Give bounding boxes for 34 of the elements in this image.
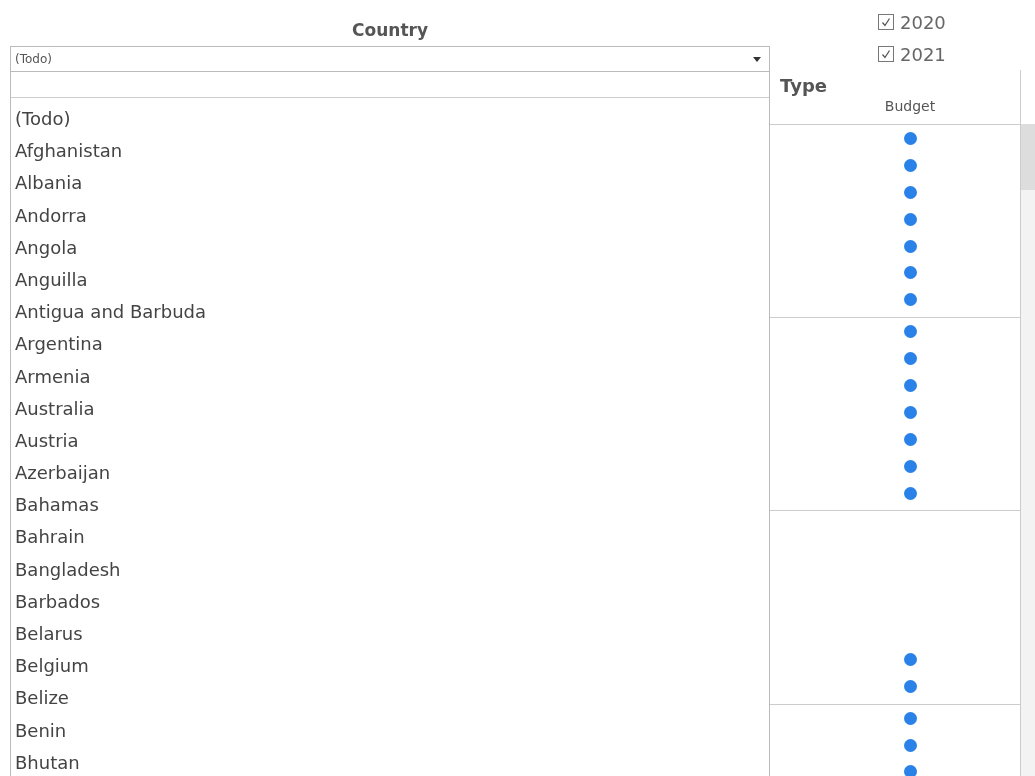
country-option[interactable]: Albania — [11, 167, 769, 200]
country-option[interactable]: Bahamas — [11, 489, 769, 522]
year-label: 2020 — [900, 11, 946, 33]
checkbox[interactable] — [878, 14, 894, 30]
country-option[interactable]: Belize — [11, 682, 769, 715]
country-option[interactable]: Azerbaijan — [11, 457, 769, 490]
country-option[interactable]: Bhutan — [11, 746, 769, 776]
checkbox[interactable] — [878, 46, 894, 62]
country-option[interactable]: Bahrain — [11, 521, 769, 554]
country-option[interactable]: Barbados — [11, 585, 769, 618]
country-option[interactable]: Belgium — [11, 650, 769, 683]
country-option[interactable]: (Todo) — [11, 103, 769, 136]
country-option[interactable]: Australia — [11, 392, 769, 425]
scrollbar[interactable] — [1021, 124, 1035, 776]
country-option[interactable]: Argentina — [11, 328, 769, 361]
country-option[interactable]: Armenia — [11, 360, 769, 393]
country-option[interactable]: Andorra — [11, 199, 769, 232]
column-label: Budget — [884, 97, 936, 114]
country-option[interactable]: Benin — [11, 714, 769, 747]
country-option[interactable]: Austria — [11, 424, 769, 458]
caret-icon — [753, 56, 761, 62]
country-dropdown[interactable]: (Todo) — [10, 46, 770, 72]
country-option[interactable]: Belarus — [11, 618, 769, 651]
scrollbar-thumb[interactable] — [1021, 124, 1035, 190]
country-option[interactable]: Afghanistan — [11, 135, 769, 168]
column-header: Type — [779, 74, 828, 96]
checkmark-icon — [880, 16, 892, 28]
checkmark-icon — [880, 48, 892, 60]
country-option[interactable]: Angola — [11, 231, 769, 264]
country-option[interactable]: Antigua and Barbuda — [11, 296, 769, 329]
year-label: 2021 — [900, 43, 946, 65]
country-option[interactable]: Anguilla — [11, 263, 769, 297]
filter-title: Country — [351, 19, 429, 42]
country-option[interactable]: Bangladesh — [11, 553, 769, 586]
